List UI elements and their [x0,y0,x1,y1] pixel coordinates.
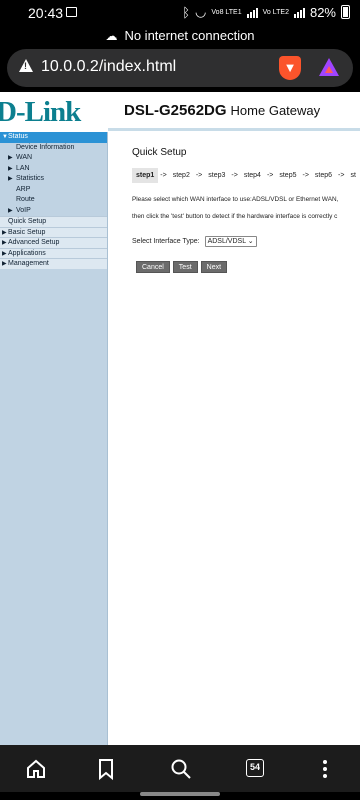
interface-type-select[interactable]: ADSL/VDSL ⌄ [204,236,257,247]
chevron-down-icon[interactable]: ⌄ [248,238,254,245]
home-icon[interactable] [24,757,48,781]
d-link-logo: D-Link [0,96,81,128]
router-web-page: D-Link DSL-G2562DG Home Gateway ▼ Status D… [0,92,360,745]
chevron-right-icon: ▶ [8,155,13,161]
rewards-icon[interactable] [319,58,339,76]
battery-icon [341,5,350,19]
clock: 20:43 [28,5,64,21]
step-5: step5 [279,172,297,179]
url-text[interactable]: 10.0.0.2/index.html [41,58,176,76]
model-name: DSL-G2562DG [124,102,227,119]
browser-url-bar[interactable]: 10.0.0.2/index.html ▼ [7,49,353,87]
status-icons: ᛒ ◡ Vo8 LTE1 Vo LTE2 82% [182,4,350,20]
sidebar-item-statistics[interactable]: ▶ Statistics [0,174,107,185]
router-subtitle: Home Gateway [230,103,321,118]
status-bar: 20:43 ᛒ ◡ Vo8 LTE1 Vo LTE2 82% [0,0,360,26]
cancel-button[interactable]: Cancel [136,261,170,273]
brave-shields-icon[interactable]: ▼ [279,56,301,80]
step-3: step3 [208,172,226,179]
chevron-right-icon: ▶ [2,261,7,267]
step-arrow: -> [195,172,203,179]
page-title: Quick Setup [132,147,187,158]
sidebar-item-wan[interactable]: ▶ WAN [0,153,107,164]
interface-type-label: Select Interface Type: [132,238,200,245]
step-arrow: -> [266,172,274,179]
quick-setup-content: Quick Setup step1 -> step2 -> step3 -> step… [108,132,360,745]
gallery-icon [66,7,77,17]
step-arrow: -> [302,172,309,179]
setup-buttons: Cancel Test Next [136,261,228,273]
warning-icon[interactable] [19,59,33,72]
bookmark-icon[interactable] [94,757,118,781]
step-2: step2 [172,172,190,179]
header-rule [108,128,360,131]
sidebar-item-advanced-setup[interactable]: ▶ Advanced Setup [0,237,107,248]
chevron-right-icon: ▶ [8,176,13,182]
step-1: step1 [132,168,159,183]
chevron-right-icon: ▶ [8,207,13,214]
signal-bars-2-icon [293,7,305,18]
network-label-2: Vo LTE2 [262,8,289,16]
chevron-right-icon: ▶ [8,165,13,172]
sidebar-item-lan[interactable]: ▶ LAN [0,164,107,175]
connection-notice: ☁ No internet connection [0,26,360,46]
tab-switcher-icon[interactable]: 54 [244,757,268,781]
chevron-down-icon: ▼ [2,134,8,140]
setup-message-1: Please select which WAN interface to use… [132,196,339,203]
interface-type-value[interactable]: ADSL/VDSL [208,238,246,245]
battery-percent: 82% [309,4,336,20]
step-arrow: -> [160,172,167,179]
sidebar-item-arp[interactable]: ARP [0,185,107,196]
more-options-icon[interactable] [313,757,337,781]
cloud-off-icon: ☁ [105,29,118,43]
browser-bottom-toolbar: 54 [0,745,360,792]
gesture-handle[interactable] [140,792,220,796]
step-6: step6 [314,172,333,179]
sidebar-item-route[interactable]: Route [0,195,107,206]
sidebar-item-quick-setup[interactable]: Quick Setup [0,216,107,227]
signal-bars-1-icon [246,7,258,18]
step-arrow: -> [338,172,345,179]
phone-screen: 20:43 ᛒ ◡ Vo8 LTE1 Vo LTE2 82% ☁ No inter… [0,0,360,800]
step-4: step4 [243,172,261,179]
notice-text: No internet connection [124,28,255,43]
setup-steps: step1 -> step2 -> step3 -> step4 -> step5 -> … [132,168,360,183]
router-sidebar: ▼ Status Device Information ▶ WAN ▶ LAN ▶ St… [0,132,108,745]
next-button[interactable]: Next [200,261,228,273]
setup-message-2: then click the 'test' button to detect i… [132,213,338,220]
router-model: DSL-G2562DG Home Gateway [124,102,320,119]
network-label-1: Vo8 LTE1 [211,8,242,16]
sidebar-item-basic-setup[interactable]: ▶ Basic Setup [0,226,107,237]
search-icon[interactable] [169,757,193,781]
sidebar-item-status[interactable]: ▼ Status [0,132,107,143]
step-7-truncated: st [350,172,356,179]
sidebar-item-applications[interactable]: ▶ Applications [0,247,107,258]
tab-count[interactable]: 54 [246,759,264,777]
bluetooth-icon: ᛒ [182,4,191,20]
test-button[interactable]: Test [172,261,198,273]
wifi-icon: ◡ [195,4,207,19]
sidebar-item-voip[interactable]: ▶ VoIP [0,206,107,217]
interface-type-row: Select Interface Type: ADSL/VDSL ⌄ [132,236,257,247]
sidebar-item-device-information[interactable]: Device Information [0,143,107,154]
sidebar-item-management[interactable]: ▶ Management [0,258,107,269]
step-arrow: -> [231,172,238,179]
